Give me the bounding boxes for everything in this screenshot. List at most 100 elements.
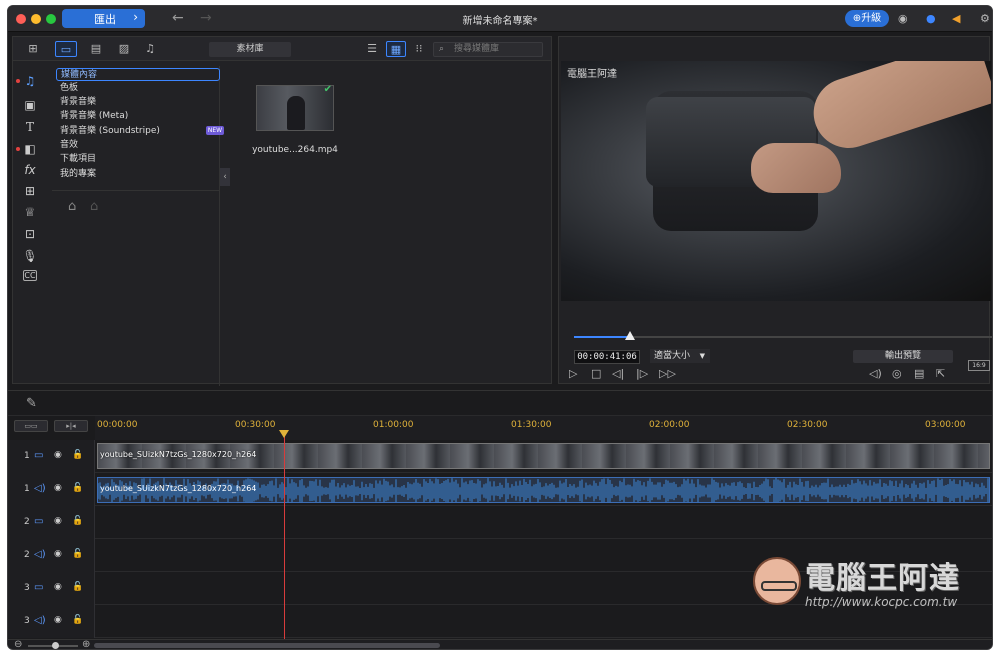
category-item[interactable]: 音效 [56,139,220,152]
timeline-bottom-bar: ⊖ ⊕ [8,639,992,649]
volume-icon[interactable]: ◁) [869,367,882,380]
collapse-panel-chevron-icon[interactable]: ‹ [220,168,230,186]
lock-icon[interactable]: 🔓 [72,450,83,460]
category-item[interactable]: 媒體內容 [56,68,220,81]
category-item[interactable]: 背景音樂 [56,96,220,109]
ruler-label: 00:00:00 [97,420,138,430]
redo-arrow-icon[interactable]: → [200,10,212,26]
search-placeholder: 搜尋媒體庫 [454,44,500,54]
track-manager-icon[interactable]: ▭▭ [14,420,48,432]
microphone-icon[interactable]: 🎙 [19,248,41,264]
close-window-button[interactable] [16,14,26,24]
eye-icon[interactable]: ◉ [54,582,62,592]
app-window: 匯出 › ← → 新增未命名專案* ⊕升級 ◉ ● ◀ ⚙ ⊞ ▭ ▤ ▨ ♫ … [7,5,993,650]
lock-icon[interactable]: 🔓 [72,549,83,559]
room-icon-strip: ♫ ▣ T ◧ fx ⊞ ♕ ⊡ 🎙 CC [12,61,46,384]
next-frame-icon[interactable]: |▷ [636,367,648,380]
category-item[interactable]: 背景音樂 (Soundstripe) NEW [56,125,224,138]
aspect-ratio-selector[interactable]: 16:9 [968,360,990,371]
audio-track-icon: ◁) [34,615,46,626]
account-icon[interactable]: ◉ [898,12,908,25]
timecode-display[interactable]: 00:00:41:06 [574,350,640,364]
video-clip[interactable]: youtube_SUizkN7tzGs_1280x720_h264 [97,443,990,469]
zoom-slider-knob[interactable] [52,642,59,649]
eye-icon[interactable]: ◉ [54,450,62,460]
particle-icon[interactable]: ♕ [19,204,41,220]
lock-icon[interactable]: 🔓 [72,516,83,526]
remove-tag-icon[interactable]: ⌂ [90,199,98,214]
add-tag-icon[interactable]: ⌂ [68,199,76,214]
playhead-handle[interactable] [279,430,289,438]
notification-bell-icon[interactable]: ● [926,12,936,25]
zoom-window-button[interactable] [46,14,56,24]
filter-image-icon[interactable]: ▨ [113,41,135,57]
lock-icon[interactable]: 🔓 [72,582,83,592]
category-item[interactable]: 背景音樂 (Meta) [56,110,220,123]
export-button[interactable]: 匯出 › [62,9,145,28]
media-thumbnail[interactable]: ✔ [256,84,334,131]
lock-icon[interactable]: 🔓 [72,483,83,493]
filter-video-icon[interactable]: ▭ [55,41,77,57]
fit-timeline-icon[interactable]: ▸|◂ [54,420,88,432]
subtitle-cc-icon[interactable]: CC [23,270,37,281]
zoom-out-icon[interactable]: ⊖ [14,639,22,649]
settings-gear-icon[interactable]: ⚙ [980,12,990,25]
stop-icon[interactable]: □ [591,367,601,380]
filter-film-icon[interactable]: ▤ [85,41,107,57]
eye-icon[interactable]: ◉ [54,516,62,526]
horizontal-scrollbar[interactable] [94,643,440,648]
track-header: 3 ◁) ◉ 🔓 [8,605,95,638]
audio-clip[interactable]: youtube_SUizkN7tzGs_1280x720_h264 [97,477,990,503]
effects-fx-icon[interactable]: fx [19,162,41,178]
zoom-in-icon[interactable]: ⊕ [82,639,90,649]
video-overlay-icon[interactable]: ▣ [19,97,41,113]
title-text-icon[interactable]: T [19,119,41,135]
ruler-label: 00:30:00 [235,420,276,430]
library-button[interactable]: 素材庫 [209,42,291,57]
pip-objects-icon[interactable]: ⊞ [19,183,41,199]
upgrade-label: 升級 [861,13,882,24]
title-bar: 匯出 › ← → 新增未命名專案* ⊕升級 ◉ ● ◀ ⚙ [8,6,992,32]
play-icon[interactable]: ▷ [569,367,577,380]
detach-preview-icon[interactable]: ⇱ [936,367,945,380]
lock-icon[interactable]: 🔓 [72,615,83,625]
eye-icon[interactable]: ◉ [54,549,62,559]
list-view-icon[interactable]: ☰ [363,41,381,57]
grid-view-icon[interactable]: ▦ [386,41,406,57]
category-item[interactable]: 下載項目 [56,153,220,166]
minimize-window-button[interactable] [31,14,41,24]
transition-icon[interactable]: ◧ [16,141,41,157]
filter-music-icon[interactable]: ♫ [139,41,161,57]
sticker-icon[interactable]: ⊡ [19,226,41,242]
upgrade-button[interactable]: ⊕升級 [845,10,889,27]
snapshot-camera-icon[interactable]: ◎ [892,367,902,380]
announcement-icon[interactable]: ◀ [952,12,960,25]
track-number: 2 [24,550,30,560]
undo-arrow-icon[interactable]: ← [172,10,184,26]
search-input[interactable]: ⌕ 搜尋媒體庫 [433,42,543,57]
previous-frame-icon[interactable]: ◁| [612,367,624,380]
dots-grid-icon[interactable]: ⁝⁝ [411,41,427,57]
audio-track-icon: ◁) [34,549,46,560]
import-media-icon[interactable]: ⊞ [23,41,43,57]
category-item[interactable]: 我的專案 [56,168,220,181]
category-list: 媒體內容 色板 背景音樂 背景音樂 (Meta) 背景音樂 (Soundstri… [52,66,224,386]
subtitle-display-icon[interactable]: ▤ [914,367,924,380]
pencil-tool-icon[interactable]: ✎ [26,396,37,411]
track-row: 2 ▭ ◉ 🔓 [8,506,992,539]
media-toolbar: ⊞ ▭ ▤ ▨ ♫ 素材庫 ☰ ▦ ⁝⁝ ⌕ 搜尋媒體庫 [13,37,551,61]
export-preview-button[interactable]: 輸出預覽 [853,350,953,363]
track-header: 3 ▭ ◉ 🔓 [8,572,95,605]
eye-icon[interactable]: ◉ [54,483,62,493]
category-item[interactable]: 色板 [56,82,220,95]
media-room-icon[interactable]: ♫ [16,73,41,89]
watermark-url: http://www.kocpc.com.tw [805,595,958,609]
video-track-icon: ▭ [34,582,44,593]
playhead-line[interactable] [284,430,285,641]
preview-scrubber[interactable] [574,336,992,338]
scrubber-handle[interactable] [625,331,635,340]
timeline-ruler[interactable]: 00:00:00 00:30:00 01:00:00 01:30:00 02:0… [95,416,992,440]
fast-forward-icon[interactable]: ▷▷ [659,367,676,380]
eye-icon[interactable]: ◉ [54,615,62,625]
fit-size-dropdown[interactable]: 適當大小 ▼ [650,349,710,363]
